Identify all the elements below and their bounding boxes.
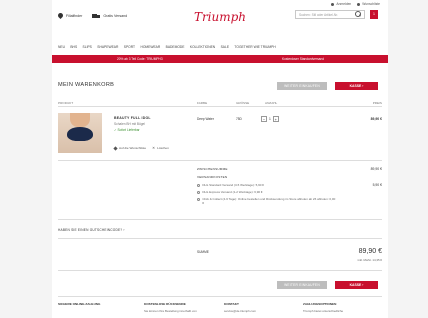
shipping-costs-value: 5,90 € bbox=[372, 183, 382, 187]
nav-item-shapewear[interactable]: Shapewear bbox=[97, 45, 118, 49]
product-actions: Auf die Wunschliste ✕ Löschen bbox=[113, 145, 169, 151]
nav-item-neu[interactable]: Neu bbox=[58, 45, 65, 49]
promo-banner: 20% ab 3 Teil Code: TRIUMPH3 Kostenloser… bbox=[52, 55, 388, 63]
promo-shipping-text[interactable]: Kostenloser Standardversand bbox=[282, 57, 324, 61]
footer-payment-text: Triumph bietet unterschiedliche bbox=[303, 309, 344, 313]
product-subtitle: Schalen BH mit Bügel bbox=[114, 122, 146, 126]
product-name[interactable]: BEAUTY FULL IDOL bbox=[114, 116, 151, 120]
footer-contact[interactable]: KONTAKT bbox=[224, 302, 239, 306]
qty-value[interactable]: 1 bbox=[269, 117, 271, 121]
divider bbox=[58, 160, 382, 161]
nav-item-homewear[interactable]: Homewear bbox=[140, 45, 160, 49]
col-product: PRODUKT bbox=[58, 101, 74, 105]
total-value: 89,90 € bbox=[358, 248, 382, 255]
vat-note: inkl. MwSt. 14,35 € bbox=[357, 258, 382, 262]
nav-item-sale[interactable]: Sale bbox=[221, 45, 229, 49]
product-size: 75D bbox=[236, 117, 242, 121]
shipping-option-click-collect[interactable]: Click & Collect (4-6 Tage): Online beste… bbox=[197, 197, 337, 206]
shipping-option-standard[interactable]: DHL Standard Versand (3-5 Werktage): 5,9… bbox=[197, 183, 337, 187]
footer-secure-payment: SICHERE ONLINE-ZAHLUNG bbox=[58, 302, 101, 306]
brand-logo-text: Triumph bbox=[193, 10, 247, 24]
checkout-button[interactable]: KASSE › bbox=[335, 82, 378, 90]
subtotal-value: 89,90 € bbox=[370, 167, 382, 171]
total-label: SUMME bbox=[197, 250, 209, 254]
shipping-link[interactable]: Gratis Versand bbox=[92, 13, 128, 19]
cart-count-badge[interactable]: 1 bbox=[370, 10, 378, 19]
login-label: Anmelden bbox=[336, 2, 352, 6]
page-title: MEIN WARENKORB bbox=[58, 82, 115, 88]
checkout-button-bottom[interactable]: KASSE › bbox=[335, 281, 378, 289]
add-to-wishlist-link[interactable]: Auf die Wunschliste bbox=[113, 145, 147, 151]
store-finder-link[interactable]: Filialfinder bbox=[58, 13, 82, 19]
continue-shopping-button[interactable]: WEITER EINKAUFEN bbox=[277, 82, 327, 90]
heart-icon bbox=[113, 145, 118, 151]
divider bbox=[58, 296, 382, 297]
nav-item-sport[interactable]: Sport bbox=[124, 45, 135, 49]
shipping-option-click-collect-radio[interactable] bbox=[197, 197, 201, 201]
nav-item-together[interactable]: Together wie Triumph bbox=[234, 45, 275, 49]
quantity-stepper: − 1 + bbox=[261, 116, 279, 122]
search-icon[interactable] bbox=[355, 11, 361, 17]
remove-item-link[interactable]: ✕ Löschen bbox=[152, 146, 169, 150]
divider bbox=[58, 270, 382, 271]
nav-item-kollektionen[interactable]: Kollektionen bbox=[190, 45, 215, 49]
qty-increase-button[interactable]: + bbox=[272, 116, 279, 122]
shipping-costs-label: VERSANDKOSTEN bbox=[197, 175, 228, 179]
product-image-bra bbox=[67, 127, 93, 141]
product-color: Deep Water bbox=[197, 117, 214, 121]
close-icon: ✕ bbox=[152, 146, 156, 150]
voucher-toggle[interactable]: HABEN SIE EINEN GUTSCHEINCODE? › bbox=[58, 228, 125, 232]
add-to-wishlist-label: Auf die Wunschliste bbox=[119, 146, 147, 150]
col-size: GRÖSSE bbox=[236, 101, 250, 105]
shipping-option-click-collect-label: Click & Collect (4-6 Tage): Online beste… bbox=[202, 197, 336, 206]
main-nav: Neu BHs Slips Shapewear Sport Homewear B… bbox=[58, 45, 276, 49]
stock-status: ✓ Sofort Lieferbar bbox=[114, 128, 140, 132]
shipping-label: Gratis Versand bbox=[103, 14, 128, 18]
footer-returns-text: Sie können Ihre Bestellung innerhalb von bbox=[144, 309, 197, 313]
nav-item-bhs[interactable]: BHs bbox=[70, 45, 77, 49]
col-price: PREIS bbox=[372, 101, 382, 105]
footer-contact-email[interactable]: service@de.triumph.com bbox=[224, 309, 256, 313]
divider bbox=[58, 219, 382, 220]
header-left: Filialfinder Gratis Versand bbox=[58, 13, 127, 19]
product-image[interactable] bbox=[58, 113, 102, 153]
subtotal-label: ZWISCHENSUMME bbox=[197, 167, 228, 171]
nav-item-bademode[interactable]: Bademode bbox=[166, 45, 185, 49]
shipping-option-express-label: DHL Express Versand (1-2 Werktage): 6,90… bbox=[202, 190, 263, 194]
shipping-option-express-radio[interactable] bbox=[197, 190, 201, 194]
product-image-skin bbox=[70, 113, 90, 127]
col-color: FARBE bbox=[197, 101, 208, 105]
footer-payment-options[interactable]: ZAHLUNGSOPTIONEN bbox=[303, 302, 336, 306]
store-finder-label: Filialfinder bbox=[66, 14, 83, 18]
continue-shopping-button-bottom[interactable]: WEITER EINKAUFEN bbox=[277, 281, 327, 289]
location-pin-icon bbox=[58, 13, 63, 19]
page: Filialfinder Gratis Versand Triumph Anme… bbox=[52, 0, 388, 318]
col-qty: ANZAHL bbox=[265, 101, 278, 105]
truck-icon bbox=[92, 13, 101, 19]
divider bbox=[58, 238, 382, 239]
shipping-option-standard-radio[interactable] bbox=[197, 183, 201, 187]
qty-decrease-button[interactable]: − bbox=[261, 116, 267, 122]
shipping-option-standard-label: DHL Standard Versand (3-5 Werktage): 5,9… bbox=[202, 183, 264, 187]
product-price: 89,90 € bbox=[370, 117, 382, 121]
login-link[interactable]: Anmelden bbox=[331, 2, 351, 6]
brand-logo[interactable]: Triumph bbox=[189, 6, 251, 26]
shipping-option-express[interactable]: DHL Express Versand (1-2 Werktage): 6,90… bbox=[197, 190, 337, 194]
promo-code-text[interactable]: 20% ab 3 Teil Code: TRIUMPH3 bbox=[117, 57, 163, 61]
remove-item-label: Löschen bbox=[157, 146, 169, 150]
footer-free-returns[interactable]: KOSTENLOSE RÜCKSENDE bbox=[144, 302, 186, 306]
user-icon bbox=[331, 2, 335, 6]
header-account-links: Anmelden Wunschliste bbox=[331, 2, 380, 6]
wishlist-link[interactable]: Wunschliste bbox=[357, 2, 380, 6]
wishlist-label: Wunschliste bbox=[362, 2, 380, 6]
table-header: PRODUKT FARBE GRÖSSE ANZAHL PREIS bbox=[58, 101, 382, 107]
heart-icon bbox=[357, 2, 361, 6]
nav-item-slips[interactable]: Slips bbox=[83, 45, 92, 49]
